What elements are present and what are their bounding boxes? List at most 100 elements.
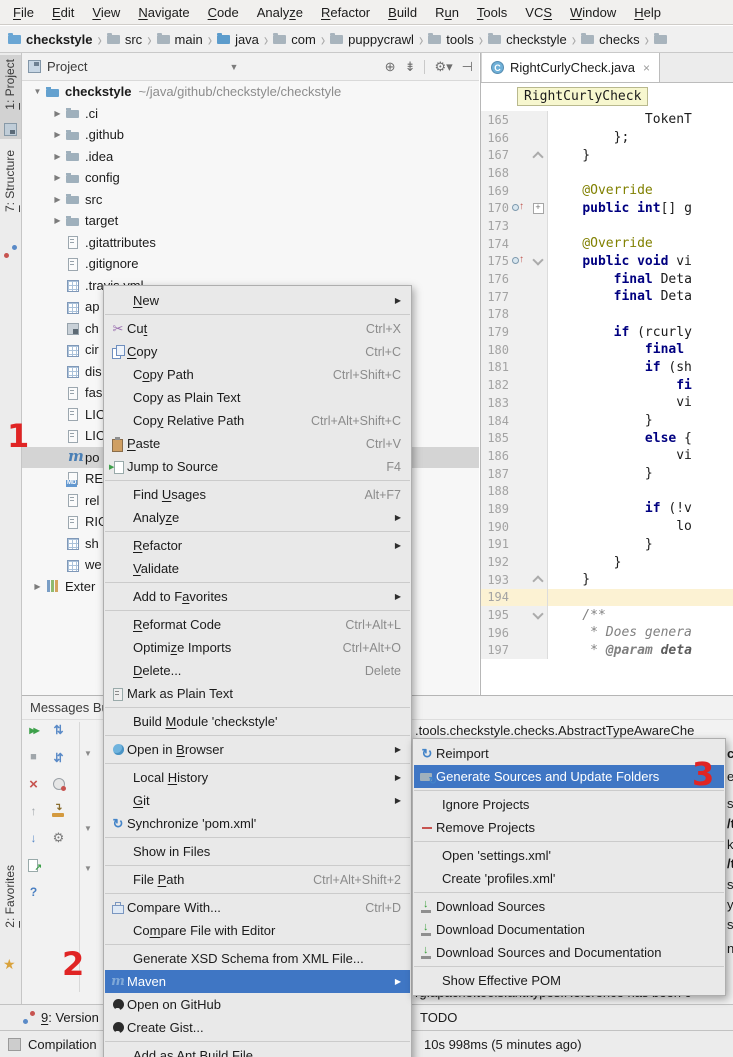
code-line[interactable]: 191 } (481, 536, 733, 554)
code-line[interactable]: 197 * @param deta (481, 642, 733, 660)
fold-end-icon[interactable] (532, 151, 543, 162)
menu-item-compare-file-with-editor[interactable]: Compare File with Editor (105, 919, 410, 942)
code-line[interactable]: 168 (481, 164, 733, 182)
menu-item-optimize-imports[interactable]: Optimize ImportsCtrl+Alt+O (105, 636, 410, 659)
tree-row[interactable]: ▶.github (22, 124, 479, 146)
tree-row[interactable]: .gitignore (22, 253, 479, 275)
stop-icon[interactable]: ■ (25, 749, 42, 765)
help-icon[interactable]: ? (25, 884, 42, 900)
project-view-dropdown[interactable]: ▼ (229, 62, 238, 72)
menu-item-add-as-ant-build-file[interactable]: Add as Ant Build File (105, 1044, 410, 1057)
submenu-item-generate-sources-and-update-folders[interactable]: Generate Sources and Update Folders (414, 765, 724, 788)
submenu-item-download-sources[interactable]: Download Sources (414, 895, 724, 918)
code-line[interactable]: 177 final Deta (481, 288, 733, 306)
menu-item-synchronize-pom-xml[interactable]: Synchronize 'pom.xml' (105, 812, 410, 835)
tool-stripe-project[interactable]: 1: Project (3, 59, 17, 110)
menubar-item-vcs[interactable]: VCS (516, 2, 561, 23)
close-tab-icon[interactable]: × (643, 61, 650, 75)
fold-expand-icon[interactable]: + (533, 203, 544, 214)
tool-stripe-favorites[interactable]: 2: Favorites (3, 865, 17, 928)
breadcrumb-item[interactable] (654, 35, 667, 44)
tree-arrow-icon[interactable]: ▶ (50, 152, 65, 161)
export-icon[interactable] (25, 857, 42, 873)
menu-item-file-path[interactable]: File PathCtrl+Alt+Shift+2 (105, 868, 410, 891)
menubar-item-view[interactable]: View (83, 2, 129, 23)
up-icon[interactable]: ↑ (25, 803, 42, 819)
down-icon[interactable]: ↓ (25, 830, 42, 846)
code-line[interactable]: 196 * Does genera (481, 624, 733, 642)
breadcrumb-item[interactable]: checkstyle (488, 32, 567, 47)
tree-row[interactable]: .gitattributes (22, 232, 479, 254)
close-icon[interactable]: × (25, 776, 42, 792)
menu-item-copy-path[interactable]: Copy PathCtrl+Shift+C (105, 363, 410, 386)
menu-item-paste[interactable]: PasteCtrl+V (105, 432, 410, 455)
editor-body[interactable]: RightCurlyCheck 165 TokenT166 };167 }168… (481, 83, 733, 696)
locate-icon[interactable]: ⊕ (385, 59, 396, 75)
submenu-item-reimport[interactable]: Reimport (414, 742, 724, 765)
suspend-icon[interactable] (50, 776, 67, 792)
menu-item-find-usages[interactable]: Find UsagesAlt+F7 (105, 483, 410, 506)
menu-item-jump-to-source[interactable]: Jump to SourceF4 (105, 455, 410, 478)
menu-item-delete[interactable]: Delete...Delete (105, 659, 410, 682)
tree-row[interactable]: ▶.idea (22, 146, 479, 168)
submenu-item-show-effective-pom[interactable]: Show Effective POM (414, 969, 724, 992)
submenu-item-ignore-projects[interactable]: Ignore Projects (414, 793, 724, 816)
fold-end-icon[interactable] (532, 576, 543, 587)
code-line[interactable]: 181 if (sh (481, 359, 733, 377)
code-line[interactable]: 173 (481, 217, 733, 235)
code-line[interactable]: 190 lo (481, 518, 733, 536)
gear-icon[interactable]: ⚙▾ (434, 59, 452, 75)
code-line[interactable]: 189 if (!v (481, 500, 733, 518)
breadcrumb-item[interactable]: java (217, 32, 259, 47)
menu-item-build-module-checkstyle[interactable]: Build Module 'checkstyle' (105, 710, 410, 733)
code-line[interactable]: 175 public void vi (481, 253, 733, 271)
menubar-item-edit[interactable]: Edit (43, 2, 83, 23)
override-icon[interactable] (512, 255, 526, 267)
menu-item-show-in-files[interactable]: Show in Files (105, 840, 410, 863)
menu-item-copy[interactable]: CopyCtrl+C (105, 340, 410, 363)
submenu-item-download-sources-and-documentation[interactable]: Download Sources and Documentation (414, 941, 724, 964)
tree-row[interactable]: ▶src (22, 189, 479, 211)
menu-item-git[interactable]: Git▶ (105, 789, 410, 812)
menu-item-validate[interactable]: Validate (105, 557, 410, 580)
menubar-item-file[interactable]: File (4, 2, 43, 23)
menu-item-compare-with[interactable]: Compare With...Ctrl+D (105, 896, 410, 919)
tab-todo[interactable]: TODO (420, 1010, 457, 1025)
code-line[interactable]: 192 } (481, 553, 733, 571)
code-line[interactable]: 174 @Override (481, 235, 733, 253)
menubar-item-refactor[interactable]: Refactor (312, 2, 379, 23)
menu-item-open-on-github[interactable]: Open on GitHub (105, 993, 410, 1016)
tree-arrow-icon[interactable]: ▶ (50, 173, 65, 182)
submenu-item-remove-projects[interactable]: Remove Projects (414, 816, 724, 839)
tree-row[interactable]: ▶.ci (22, 103, 479, 125)
code-line[interactable]: 186 vi (481, 447, 733, 465)
code-line[interactable]: 178 (481, 306, 733, 324)
code-line[interactable]: 176 final Deta (481, 270, 733, 288)
menu-item-refactor[interactable]: Refactor▶ (105, 534, 410, 557)
code-line[interactable]: 165 TokenT (481, 111, 733, 129)
code-line[interactable]: 179 if (rcurly (481, 323, 733, 341)
menu-item-local-history[interactable]: Local History▶ (105, 766, 410, 789)
code-line[interactable]: 184 } (481, 412, 733, 430)
menu-item-analyze[interactable]: Analyze▶ (105, 506, 410, 529)
tree-arrow-icon[interactable]: ▶ (30, 582, 45, 591)
code-line[interactable]: 169 @Override (481, 182, 733, 200)
fold-open-icon[interactable] (532, 608, 543, 619)
menu-item-reformat-code[interactable]: Reformat CodeCtrl+Alt+L (105, 613, 410, 636)
tree-row[interactable]: ▼checkstyle~/java/github/checkstyle/chec… (22, 81, 479, 103)
code-line[interactable]: 166 }; (481, 129, 733, 147)
submenu-item-open-settings-xml[interactable]: Open 'settings.xml' (414, 844, 724, 867)
menubar-item-help[interactable]: Help (625, 2, 670, 23)
tree-arrow-icon[interactable]: ▶ (50, 109, 65, 118)
breadcrumb-item[interactable]: checks (581, 32, 639, 47)
collapse-icon[interactable]: ⇅ (50, 749, 67, 765)
menubar-item-navigate[interactable]: Navigate (129, 2, 198, 23)
element-breadcrumb-chip[interactable]: RightCurlyCheck (517, 87, 648, 106)
menu-item-add-to-favorites[interactable]: Add to Favorites▶ (105, 585, 410, 608)
menu-item-create-gist[interactable]: Create Gist... (105, 1016, 410, 1039)
code-line[interactable]: 195 /** (481, 606, 733, 624)
hide-panel-icon[interactable]: ⊣ (462, 59, 473, 75)
code-line[interactable]: 188 (481, 482, 733, 500)
breadcrumb-item[interactable]: checkstyle (8, 32, 93, 47)
menu-item-mark-as-plain-text[interactable]: Mark as Plain Text (105, 682, 410, 705)
